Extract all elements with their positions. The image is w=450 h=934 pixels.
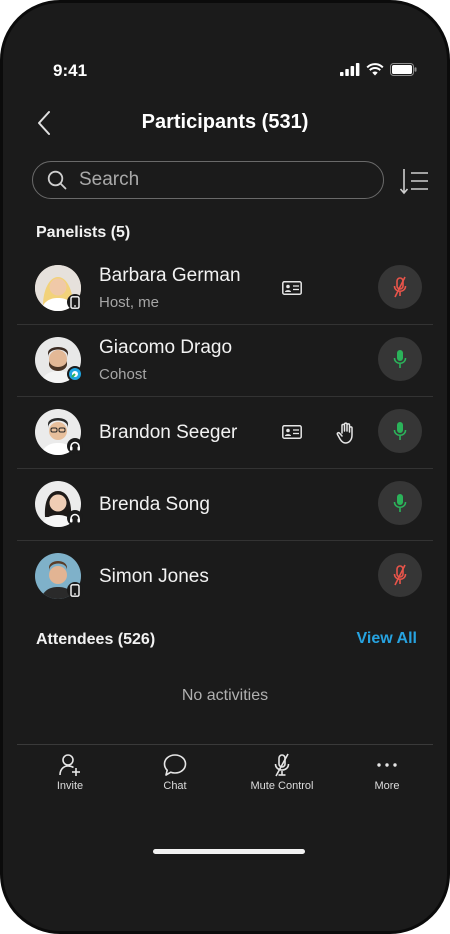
phone-frame: 9:41 Participants (531) Search Panelists… [0,0,450,934]
add-person-icon [59,754,80,776]
panelist-row[interactable]: Brandon Seeger [17,396,433,468]
panelists-heading: Panelists (5) [36,224,131,241]
search-box[interactable] [32,161,384,199]
tab-label: Mute Control [250,780,314,792]
tabbar-divider [17,744,433,745]
home-indicator[interactable] [153,849,305,854]
mic-off-icon [393,276,407,298]
tab-more[interactable]: More [337,753,437,792]
raised-hand-icon [336,422,353,444]
signal-icon [340,63,360,76]
participant-role: Host, me [99,294,160,311]
tab-label: Invite [56,780,84,792]
sort-list-icon [399,169,428,195]
tab-invite[interactable]: Invite [20,753,120,792]
sort-button[interactable] [399,167,429,195]
tab-mute-control[interactable]: Mute Control [232,753,332,792]
headset-icon [67,438,83,454]
mic-on-button[interactable] [378,337,422,381]
header: Participants (531) [3,103,447,143]
mic-off-icon [393,564,407,586]
panelist-row[interactable]: Barbara German Host, me [17,252,433,324]
tab-label: Chat [163,780,187,792]
mic-icon [393,494,407,512]
attendees-heading: Attendees (526) [36,631,156,648]
empty-state-text: No activities [181,687,269,704]
search-input[interactable] [77,168,361,192]
participant-name: Simon Jones [99,566,209,587]
mic-icon [393,350,407,368]
mic-muted-button[interactable] [378,553,422,597]
search-icon [47,170,67,190]
headset-icon [67,510,83,526]
participant-name: Brenda Song [99,494,210,515]
chat-bubble-icon [163,754,187,776]
wifi-icon [366,63,384,76]
participant-name: Brandon Seeger [99,422,238,443]
mic-muted-button[interactable] [378,265,422,309]
panelist-row[interactable]: Simon Jones [17,540,433,612]
tab-label: More [374,780,400,792]
mic-icon [393,422,407,440]
status-icons [340,63,417,76]
more-dots-icon [377,763,397,767]
participant-name: Barbara German [99,265,241,286]
battery-icon [390,63,417,76]
contact-card-icon [282,425,302,439]
phone-icon [67,294,83,310]
phone-icon [67,582,83,598]
page-title: Participants (531) [141,111,309,133]
tab-chat[interactable]: Chat [125,753,225,792]
contact-card-icon [282,281,302,295]
panelist-row[interactable]: Giacomo Drago Cohost [17,324,433,396]
status-bar: 9:41 [3,61,447,87]
webex-app-icon [67,366,83,382]
mic-off-icon [274,753,290,777]
view-all-link[interactable]: View All [357,630,417,648]
participant-name: Giacomo Drago [99,337,233,358]
mic-on-button[interactable] [378,481,422,525]
panelist-row[interactable]: Brenda Song [17,468,433,540]
status-time: 9:41 [53,61,88,80]
mic-on-button[interactable] [378,409,422,453]
participant-role: Cohost [99,366,147,383]
